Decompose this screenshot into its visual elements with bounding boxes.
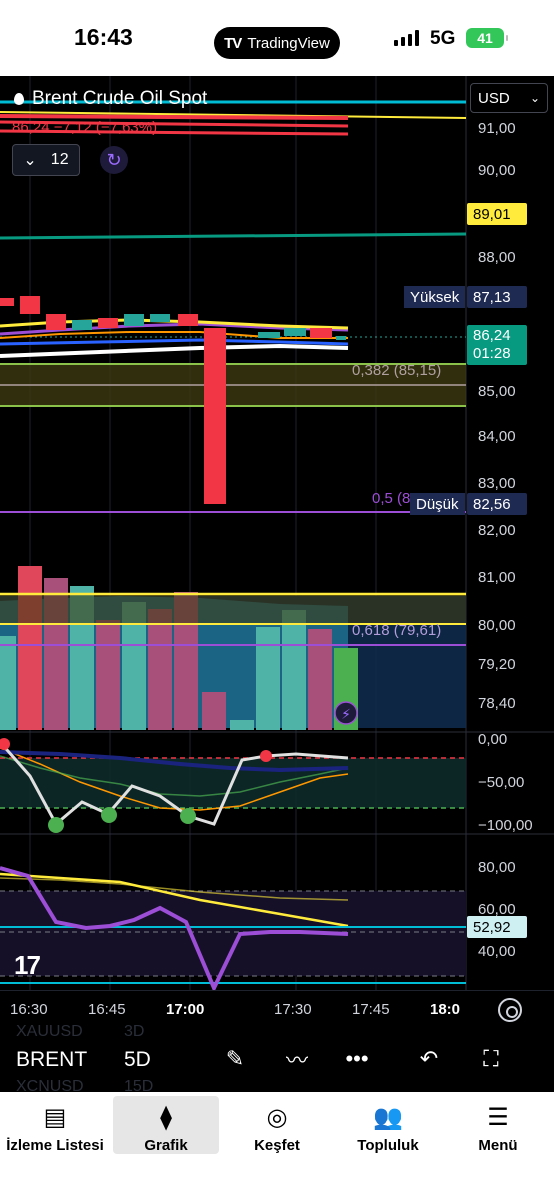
fib-0382-label: 0,382 (85,15) <box>352 362 442 379</box>
fib-05-label: 0,5 (82,76) <box>372 490 410 507</box>
chevron-down-icon: ⌄ <box>529 91 540 105</box>
compass-icon: ◎ <box>266 1104 288 1131</box>
oscillator-pane-2 <box>0 866 466 993</box>
document-icon: ▤ <box>43 1104 67 1131</box>
symbol-title[interactable]: Brent Crude Oil Spot <box>14 88 207 110</box>
price-axis-label: 85,00 <box>478 383 516 400</box>
volume-bars <box>0 566 466 730</box>
fullscreen-icon[interactable]: ⛶ <box>476 1044 506 1074</box>
osc1-axis-label: −100,00 <box>478 817 533 834</box>
rsi-value-tag: 52,92 <box>467 916 527 938</box>
tab-label: Grafik <box>144 1137 188 1154</box>
osc1-axis-label: 0,00 <box>478 731 508 748</box>
last-change-text: 86,24 −7,12 (−7,63%) <box>12 119 158 136</box>
chevron-down-icon: ⌄ <box>23 152 37 169</box>
tradingview-logo-icon: 17 <box>14 950 41 980</box>
tradingview-pill[interactable]: TV TradingView <box>214 27 340 59</box>
chart-toolbar: XAUUSD 3D XCNUSD 15D BRENT 5D ✎ 〰 ••• ↶ … <box>0 1023 554 1095</box>
last-price-tag: 86,24 01:28 <box>467 325 527 365</box>
price-axis-label: 81,00 <box>478 569 516 586</box>
tab-bar: ▤ İzleme Listesi ⧫ Grafik ◎ Keşfet 👥 Top… <box>0 1092 554 1200</box>
last-price-value: 86,24 <box>473 327 511 344</box>
oil-drop-icon <box>14 93 24 105</box>
time-axis-label: 17:00 <box>166 1001 205 1018</box>
tab-chart[interactable]: ⧫ Grafik <box>113 1096 219 1154</box>
clock: 16:43 <box>74 24 133 50</box>
refresh-icon[interactable]: ↻ <box>100 146 128 174</box>
time-axis-label: 17:45 <box>352 1001 390 1018</box>
battery-icon: 41 <box>466 28 508 48</box>
tab-label: Menü <box>478 1137 518 1154</box>
time-axis-label: 16:45 <box>88 1001 126 1018</box>
indicator-count: 12 <box>50 151 69 168</box>
tab-watchlist[interactable]: ▤ İzleme Listesi <box>2 1096 108 1155</box>
tab-menu[interactable]: ☰ Menü <box>445 1096 551 1155</box>
more-icon[interactable]: ••• <box>342 1044 372 1074</box>
time-axis-label: 17:30 <box>274 1001 312 1018</box>
svg-text:⚡: ⚡ <box>341 706 351 722</box>
osc2-axis-label: 40,00 <box>478 943 516 960</box>
chart-area[interactable]: ⚡ Brent Crude Oil Spot 86,24 −7,12 (−7,6… <box>0 76 554 1088</box>
ghost-symbol: XAUUSD <box>16 1023 83 1040</box>
time-axis[interactable]: 16:30 16:45 17:00 17:30 17:45 18:0 <box>0 990 554 1026</box>
tab-label: İzleme Listesi <box>6 1137 104 1154</box>
tab-label: Keşfet <box>254 1137 300 1154</box>
tradingview-logo-icon: TV <box>224 34 242 52</box>
hamburger-icon: ☰ <box>487 1104 509 1131</box>
ghost-timeframe: 3D <box>124 1023 145 1040</box>
symbol-button[interactable]: BRENT <box>16 1048 87 1072</box>
price-axis-label: 84,00 <box>478 428 516 445</box>
candles-icon: ⧫ <box>160 1104 172 1131</box>
time-axis-label: 16:30 <box>10 1001 48 1018</box>
status-bar: 16:43 TV TradingView 5G 41 <box>0 0 554 76</box>
osc1-axis-label: −50,00 <box>478 774 525 791</box>
currency-select[interactable]: USD ⌄ <box>470 83 548 113</box>
tab-label: Topluluk <box>357 1137 419 1154</box>
gear-icon[interactable] <box>498 998 522 1022</box>
timeframe-button[interactable]: 5D <box>124 1048 151 1072</box>
big-drop-candle <box>204 328 226 504</box>
price-axis-label: 88,00 <box>478 249 516 266</box>
high-value-tag: 87,13 <box>467 286 527 308</box>
brush-icon[interactable]: ✎ <box>220 1044 250 1074</box>
price-axis-label: 78,40 <box>478 695 516 712</box>
tab-community[interactable]: 👥 Topluluk <box>335 1096 441 1155</box>
price-axis-label: 91,00 <box>478 120 516 137</box>
network-type: 5G <box>430 28 456 49</box>
time-axis-label: 18:0 <box>430 1001 461 1018</box>
price-axis-label: 80,00 <box>478 617 516 634</box>
teal-level-line <box>0 232 467 240</box>
price-axis-label: 79,20 <box>478 656 516 673</box>
indicator-collapse-button[interactable]: ⌄ 12 <box>12 144 80 176</box>
bar-countdown: 01:28 <box>473 345 511 362</box>
oscillator-pane-1 <box>0 738 466 833</box>
price-axis-label: 90,00 <box>478 162 516 179</box>
price-axis-label: 82,00 <box>478 522 516 539</box>
signal-icon <box>394 30 419 46</box>
level-tag-yellow: 89,01 <box>467 203 527 225</box>
low-label: Düşük <box>410 493 465 515</box>
high-label: Yüksek <box>404 286 466 308</box>
fib-0618-label: 0,618 (79,61) <box>352 622 442 639</box>
osc2-axis-label: 80,00 <box>478 859 516 876</box>
low-value-tag: 82,56 <box>467 493 527 515</box>
price-axis-label: 83,00 <box>478 475 516 492</box>
undo-icon[interactable]: ↶ <box>414 1044 444 1074</box>
tab-explore[interactable]: ◎ Keşfet <box>224 1096 330 1155</box>
tradingview-pill-label: TradingView <box>247 34 330 52</box>
currency-value: USD <box>478 89 510 107</box>
symbol-title-text: Brent Crude Oil Spot <box>32 88 208 109</box>
indicators-icon[interactable]: 〰 <box>282 1044 312 1074</box>
people-icon: 👥 <box>373 1104 403 1131</box>
